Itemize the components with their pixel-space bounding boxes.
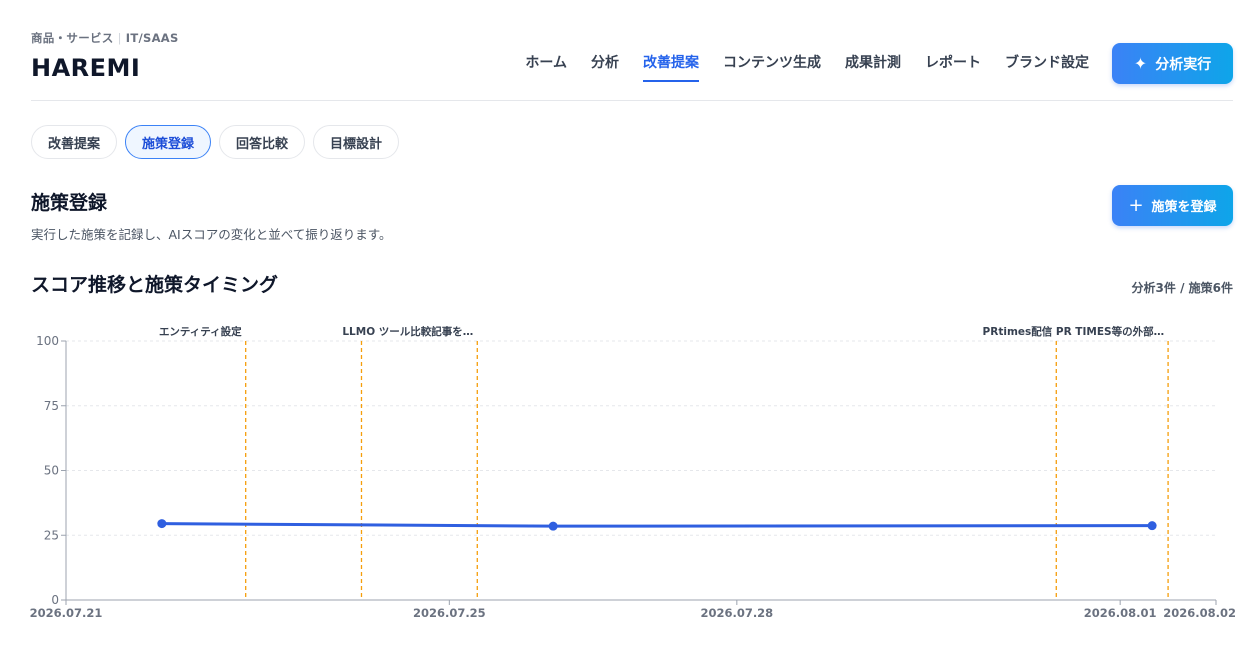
register-measure-label: 施策を登録 <box>1151 200 1217 215</box>
nav-results[interactable]: 成果計測 <box>845 52 901 82</box>
run-analysis-button[interactable]: ✦ 分析実行 <box>1112 43 1233 84</box>
subtab-improvement[interactable]: 改善提案 <box>31 125 118 159</box>
register-measure-button[interactable]: + 施策を登録 <box>1112 185 1233 226</box>
y-tick-label: 25 <box>44 528 59 542</box>
score-timeline-chart: 0 25 50 75 100 2026.07.21 2026.07.25 2026.07.28… <box>30 325 1236 620</box>
score-point <box>157 519 167 529</box>
subtab-answer-comparison[interactable]: 回答比較 <box>219 125 306 159</box>
page-title: 施策登録 <box>31 192 108 214</box>
x-tick-label: 2026.07.28 <box>700 606 773 620</box>
category-label: 商品・サービス <box>31 31 114 45</box>
plus-icon: + <box>1128 194 1144 216</box>
y-tick-label: 0 <box>51 593 59 607</box>
y-tick-label: 75 <box>44 399 59 413</box>
subtab-goal-design[interactable]: 目標設計 <box>313 125 400 159</box>
measure-marker-label: PR TIMES等の外部… <box>1056 325 1164 338</box>
page-description: 実行した施策を記録し、AIスコアの変化と並べて振り返ります。 <box>31 227 392 242</box>
category-separator: | <box>117 31 122 45</box>
run-analysis-label: 分析実行 <box>1155 56 1212 73</box>
nav-brand-settings[interactable]: ブランド設定 <box>1005 52 1089 82</box>
nav-improvement[interactable]: 改善提案 <box>643 52 699 82</box>
nav-home[interactable]: ホーム <box>525 52 567 82</box>
subtabs: 改善提案 施策登録 回答比較 目標設計 <box>31 125 400 159</box>
x-tick-label: 2026.08.02 <box>1163 606 1236 620</box>
nav-content-generation[interactable]: コンテンツ生成 <box>723 52 821 82</box>
section-counts: 分析3件 / 施策6件 <box>1131 281 1233 295</box>
x-tick-label: 2026.07.21 <box>30 606 103 620</box>
brand-category: 商品・サービス | IT/SAAS <box>31 30 179 46</box>
brand-name: HAREMI <box>31 54 141 82</box>
y-tick-label: 50 <box>44 464 59 478</box>
nav-report[interactable]: レポート <box>925 52 981 82</box>
measure-marker-label: エンティティ設定 <box>159 325 242 338</box>
main-nav: ホーム 分析 改善提案 コンテンツ生成 成果計測 レポート ブランド設定 <box>525 52 1089 82</box>
measure-marker-label: LLMO ツール比較記事を… <box>342 325 473 338</box>
subtab-measure-registration[interactable]: 施策登録 <box>125 125 212 159</box>
x-tick-label: 2026.08.01 <box>1084 606 1157 620</box>
score-line <box>161 522 1153 528</box>
measure-marker-label: PRtimes配信 <box>983 325 1053 338</box>
x-tick-label: 2026.07.25 <box>413 606 486 620</box>
score-point <box>1147 521 1157 531</box>
industry-label: IT/SAAS <box>125 31 179 45</box>
section-title: スコア推移と施策タイミング <box>31 274 279 296</box>
y-tick-label: 100 <box>36 334 59 348</box>
sparkles-icon: ✦ <box>1133 53 1148 73</box>
nav-analysis[interactable]: 分析 <box>591 52 619 82</box>
score-point <box>548 521 558 531</box>
app-header: 商品・サービス | IT/SAAS HAREMI ホーム 分析 改善提案 コンテンツ… <box>31 0 1233 101</box>
